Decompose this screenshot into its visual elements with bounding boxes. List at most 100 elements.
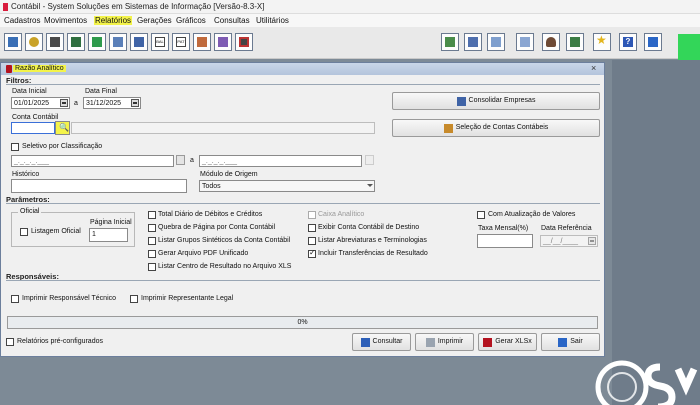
menu-graficos[interactable]: Gráficos [176, 16, 206, 25]
conta-contabil-description [71, 122, 375, 134]
star-icon[interactable]: ★ [593, 33, 611, 51]
data-referencia-label: Data Referência [541, 225, 592, 232]
user-icon[interactable] [542, 33, 560, 51]
imprimir-representante-checkbox[interactable] [130, 295, 138, 303]
table-icon[interactable] [4, 33, 22, 51]
option-conta-destino-label: Exibir Conta Contábil de Destino [318, 224, 420, 231]
relatorios-preconfig-checkbox[interactable] [6, 338, 14, 346]
option-centro-resultado-checkbox[interactable] [148, 263, 156, 271]
close-icon[interactable]: × [591, 63, 596, 73]
cash-register-icon[interactable] [46, 33, 64, 51]
toolbar: BAL PAT ★ ? [0, 27, 700, 59]
option-total-diario-checkbox[interactable] [148, 211, 156, 219]
window-icon[interactable] [516, 33, 534, 51]
spreadsheet-icon [483, 337, 493, 347]
relatorios-preconfig-label: Relatórios pré-configurados [17, 338, 103, 345]
menu-movimentos[interactable]: Movimentos [44, 16, 87, 25]
classificacao-de-input[interactable]: _._._._.___ [11, 155, 174, 167]
calendar-icon[interactable] [60, 99, 68, 107]
cube-icon[interactable] [214, 33, 232, 51]
window-title: Contábil - System Soluções em Sistemas d… [11, 2, 265, 11]
ledger-icon[interactable] [67, 33, 85, 51]
imprimir-button[interactable]: Imprimir [415, 333, 474, 351]
help-icon[interactable]: ? [619, 33, 637, 51]
menu-geracoes[interactable]: Gerações [137, 16, 172, 25]
oficial-group-label: Oficial [18, 208, 42, 215]
historico-label: Histórico [12, 171, 40, 178]
data-final-label: Data Final [85, 88, 117, 95]
option-conta-destino-checkbox[interactable] [308, 224, 316, 232]
books-icon[interactable] [566, 33, 584, 51]
consolidar-empresas-button[interactable]: Consolidar Empresas [392, 92, 600, 110]
data-inicial-field[interactable]: 01/01/2025 [11, 97, 70, 109]
date-separator: a [74, 100, 78, 107]
taxa-mensal-input[interactable] [477, 234, 533, 248]
data-final-value: 31/12/2025 [86, 100, 122, 107]
calendar-icon[interactable] [131, 99, 139, 107]
bank-icon[interactable] [130, 33, 148, 51]
data-inicial-value: 01/01/2025 [14, 100, 50, 107]
selecao-label: Seleção de Contas Contábeis [455, 124, 549, 131]
menu-cadastros[interactable]: Cadastros [4, 16, 40, 25]
progress-text: 0% [297, 319, 308, 326]
notepad-icon[interactable] [487, 33, 505, 51]
document-list-icon[interactable] [464, 33, 482, 51]
coins-icon[interactable] [25, 33, 43, 51]
progress-bar: 0% [7, 316, 598, 329]
search-icon[interactable]: 🔍 [55, 121, 70, 135]
selecao-contas-button[interactable]: Seleção de Contas Contábeis [392, 119, 600, 137]
historico-input[interactable] [11, 179, 187, 193]
consultar-button[interactable]: Consultar [352, 333, 411, 351]
menu-utilitarios[interactable]: Utilitários [256, 16, 289, 25]
calendar-icon[interactable] [588, 237, 596, 245]
calendar-check-icon[interactable] [441, 33, 459, 51]
listagem-oficial-checkbox[interactable] [20, 228, 28, 236]
option-caixa-analitico-checkbox[interactable] [308, 211, 316, 219]
option-grupos-sinteticos-label: Listar Grupos Sintéticos da Conta Contáb… [158, 237, 291, 244]
gerar-xlsx-label: Gerar XLSx [495, 338, 532, 345]
divider [6, 203, 600, 204]
classificacao-separator: a [190, 157, 194, 164]
classificacao-ate-button[interactable] [365, 155, 374, 165]
menu-relatorios[interactable]: Relatórios [94, 16, 133, 25]
data-final-field[interactable]: 31/12/2025 [83, 97, 141, 109]
menu-consultas[interactable]: Consultas [214, 16, 250, 25]
screen-icon[interactable] [235, 33, 253, 51]
classificacao-ate-input[interactable]: _._._._.___ [199, 155, 362, 167]
side-tab[interactable] [678, 34, 700, 60]
conta-contabil-input[interactable] [11, 122, 55, 134]
menu-bar: Cadastros Movimentos Relatórios Gerações… [0, 14, 700, 27]
monitor-icon [360, 337, 370, 347]
pagina-inicial-input[interactable]: 1 [89, 228, 128, 242]
classificacao-de-button[interactable] [176, 155, 185, 165]
consolidar-label: Consolidar Empresas [468, 97, 536, 104]
option-pdf-unificado-checkbox[interactable] [148, 250, 156, 258]
modulo-origem-select[interactable]: Todos [199, 180, 375, 192]
gerar-xlsx-button[interactable]: Gerar XLSx [478, 333, 537, 351]
report-icon [6, 65, 12, 73]
option-quebra-pagina-checkbox[interactable] [148, 224, 156, 232]
pat-icon[interactable]: PAT [172, 33, 190, 51]
seletivo-checkbox[interactable] [11, 143, 19, 151]
export-icon[interactable] [88, 33, 106, 51]
imprimir-responsavel-checkbox[interactable] [11, 295, 19, 303]
grid-icon[interactable] [193, 33, 211, 51]
com-atualizacao-checkbox[interactable] [477, 211, 485, 219]
modulo-origem-label: Módulo de Origem [200, 171, 258, 178]
listagem-oficial-label: Listagem Oficial [31, 228, 81, 235]
bal-icon[interactable]: BAL [151, 33, 169, 51]
option-grupos-sinteticos-checkbox[interactable] [148, 237, 156, 245]
calendar-icon[interactable] [109, 33, 127, 51]
option-transferencias-checkbox[interactable] [308, 248, 316, 258]
data-inicial-label: Data Inicial [12, 88, 47, 95]
building-icon [456, 96, 466, 106]
printer-icon [425, 337, 435, 347]
imprimir-label: Imprimir [437, 338, 464, 345]
exit-door-icon[interactable] [644, 33, 662, 51]
data-referencia-input[interactable]: __/__/____ [540, 235, 598, 247]
option-centro-resultado-label: Listar Centro de Resultado no Arquivo XL… [158, 263, 292, 270]
data-referencia-value: __/__/____ [543, 238, 579, 245]
pagina-inicial-label: Página Inicial [90, 219, 132, 226]
option-abreviaturas-checkbox[interactable] [308, 237, 316, 245]
option-caixa-analitico-label: Caixa Analítico [318, 211, 365, 218]
